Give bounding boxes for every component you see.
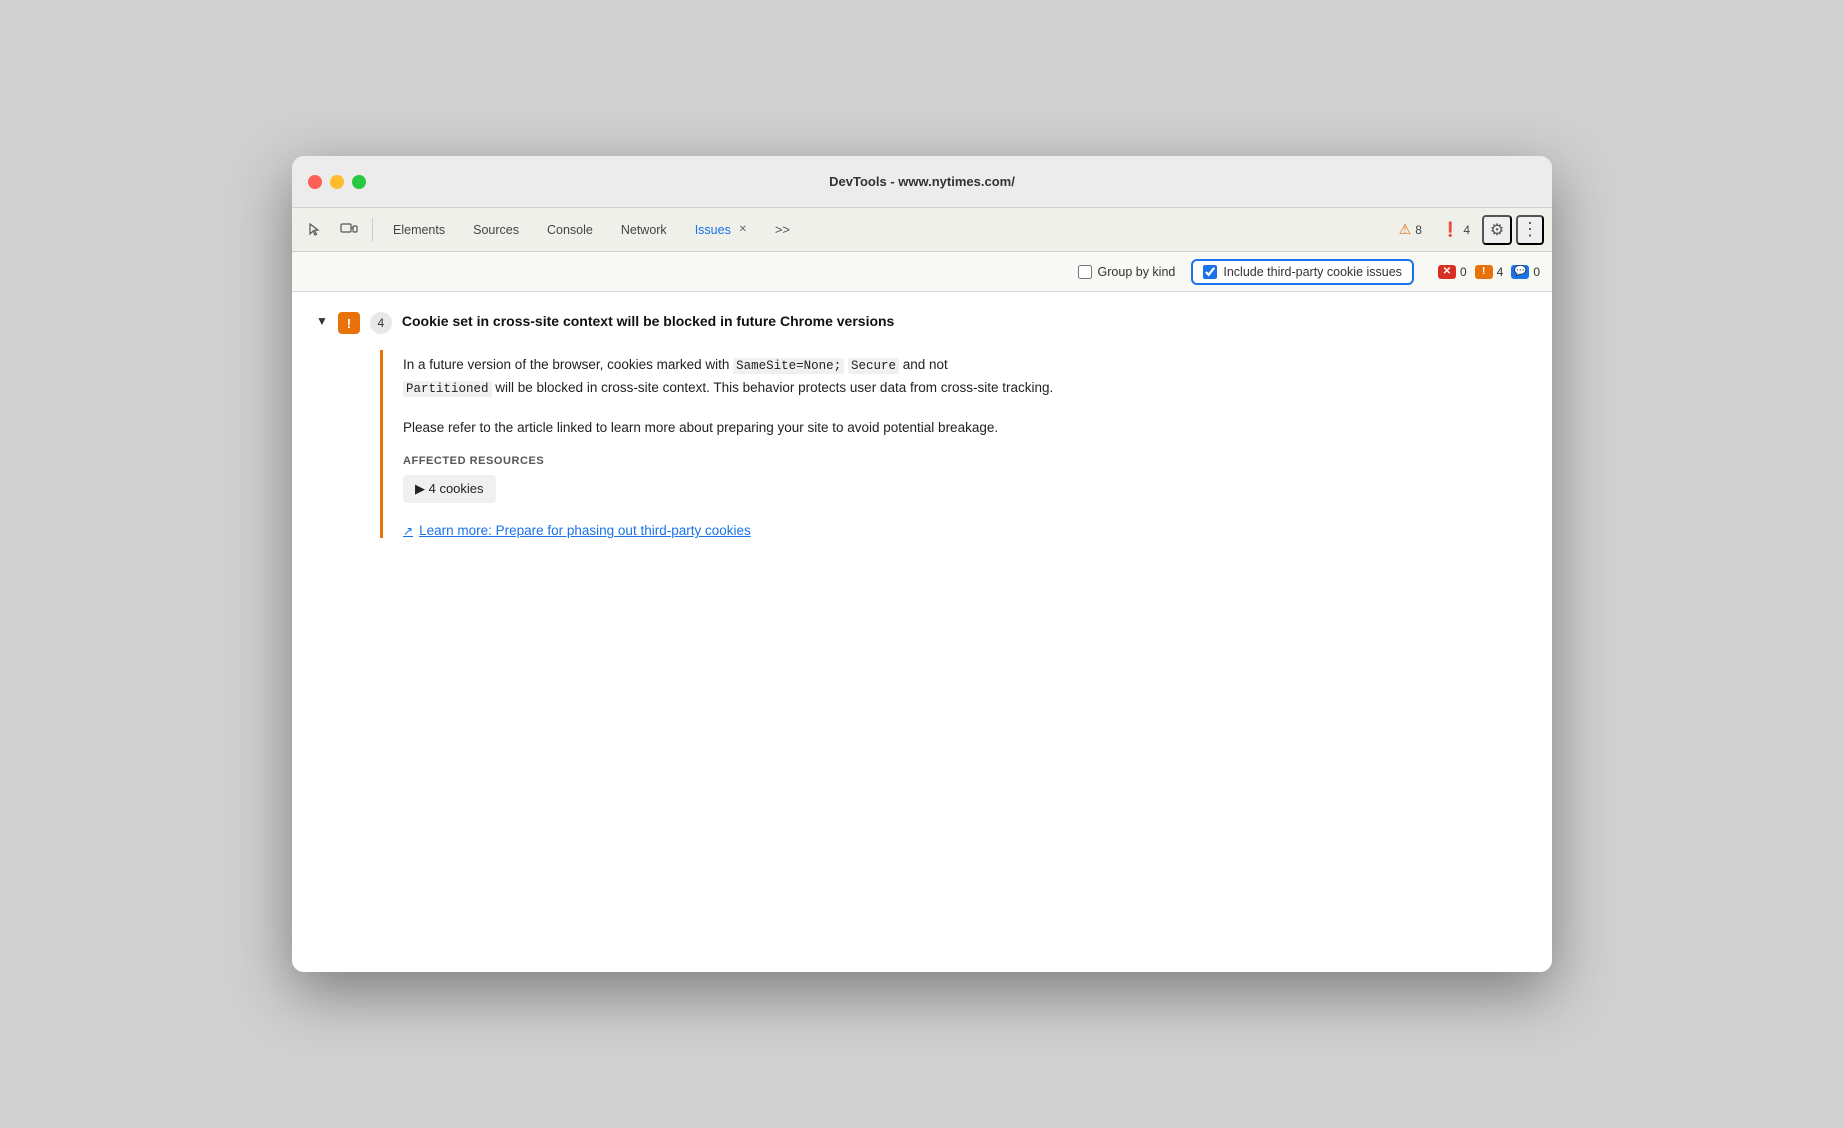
- filter-badges: ✕ 0 ! 4 💬 0: [1438, 265, 1540, 279]
- traffic-lights: [308, 175, 366, 189]
- info-badge-count: 0: [1533, 265, 1540, 279]
- affected-resources-label: AFFECTED RESOURCES: [403, 455, 1528, 467]
- device-toolbar-icon[interactable]: [334, 215, 364, 245]
- tab-issues[interactable]: Issues ✕: [683, 216, 763, 244]
- group-by-kind-label[interactable]: Group by kind: [1078, 265, 1176, 279]
- samesite-code: SameSite=None;: [733, 358, 844, 374]
- settings-button[interactable]: ⚙: [1482, 215, 1512, 245]
- warning-count: 8: [1415, 223, 1422, 237]
- warning-badge-count: 4: [1497, 265, 1504, 279]
- filter-bar: Group by kind Include third-party cookie…: [292, 252, 1552, 292]
- issue-count-badge: 4: [370, 312, 392, 334]
- issue-group-header: ▼ ! 4 Cookie set in cross-site context w…: [316, 312, 1528, 334]
- error-badge-count: 0: [1460, 265, 1467, 279]
- issue-description-p1: In a future version of the browser, cook…: [403, 354, 1528, 401]
- toolbar-divider: [372, 218, 373, 242]
- warning-badge-icon: !: [1475, 265, 1493, 279]
- main-content: ▼ ! 4 Cookie set in cross-site context w…: [292, 292, 1552, 972]
- learn-more-link[interactable]: ↗ Learn more: Prepare for phasing out th…: [403, 523, 1528, 538]
- settings-icon: ⚙: [1490, 220, 1504, 240]
- kebab-menu-button[interactable]: ⋮: [1516, 215, 1544, 245]
- include-third-party-container: Include third-party cookie issues: [1191, 259, 1414, 285]
- info-badge-icon: 💬: [1511, 265, 1529, 279]
- tab-sources[interactable]: Sources: [461, 217, 531, 243]
- issue-title: Cookie set in cross-site context will be…: [402, 312, 894, 329]
- expand-arrow[interactable]: ▼: [316, 312, 328, 328]
- secure-code: Secure: [848, 358, 899, 374]
- title-bar: DevTools - www.nytimes.com/: [292, 156, 1552, 208]
- filter-error-badge[interactable]: ✕ 0: [1438, 265, 1467, 279]
- tab-elements[interactable]: Elements: [381, 217, 457, 243]
- filter-warning-badge[interactable]: ! 4: [1475, 265, 1504, 279]
- filter-info-badge[interactable]: 💬 0: [1511, 265, 1540, 279]
- devtools-window: DevTools - www.nytimes.com/ Elements Sou…: [292, 156, 1552, 972]
- tab-issues-close[interactable]: ✕: [735, 222, 751, 238]
- error-badge-button[interactable]: ❗ 4: [1434, 217, 1478, 242]
- tab-network[interactable]: Network: [609, 217, 679, 243]
- group-by-kind-checkbox[interactable]: [1078, 265, 1092, 279]
- partitioned-code: Partitioned: [403, 381, 492, 397]
- external-link-icon: ↗: [403, 524, 413, 538]
- error-badge-icon: ✕: [1438, 265, 1456, 279]
- toolbar: Elements Sources Console Network Issues …: [292, 208, 1552, 252]
- more-tabs-button[interactable]: >>: [767, 218, 798, 241]
- close-button[interactable]: [308, 175, 322, 189]
- cookies-expand-button[interactable]: ▶ 4 cookies: [403, 475, 496, 503]
- issue-body: In a future version of the browser, cook…: [380, 350, 1528, 538]
- include-third-party-checkbox[interactable]: [1203, 265, 1217, 279]
- minimize-button[interactable]: [330, 175, 344, 189]
- maximize-button[interactable]: [352, 175, 366, 189]
- window-title: DevTools - www.nytimes.com/: [829, 174, 1015, 189]
- issue-warning-badge: !: [338, 312, 360, 334]
- error-icon: ❗: [1442, 221, 1459, 238]
- warning-badge-button[interactable]: ⚠ 8: [1391, 217, 1430, 242]
- error-count: 4: [1463, 223, 1470, 237]
- select-element-icon[interactable]: [300, 215, 330, 245]
- issue-description-p2: Please refer to the article linked to le…: [403, 417, 1528, 440]
- warning-icon: ⚠: [1399, 221, 1412, 238]
- tab-console[interactable]: Console: [535, 217, 605, 243]
- kebab-icon: ⋮: [1521, 219, 1539, 240]
